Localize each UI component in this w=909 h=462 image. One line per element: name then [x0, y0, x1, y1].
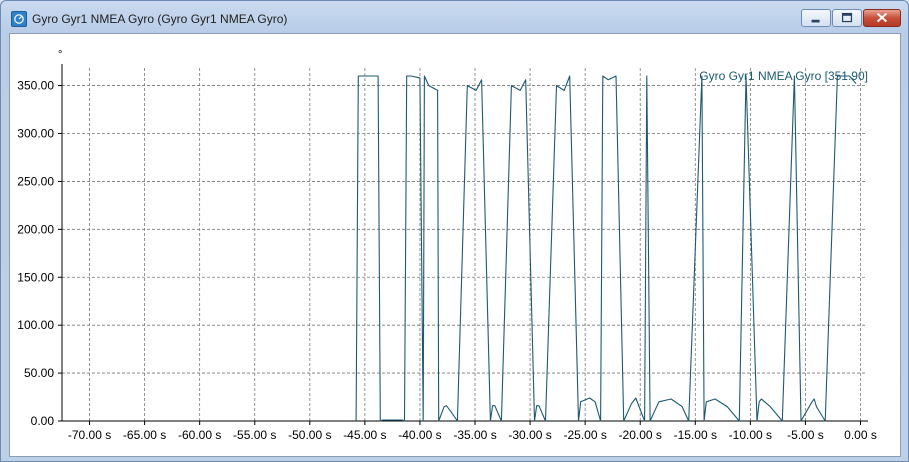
x-tick-label: -60.00 s	[178, 428, 221, 442]
x-tick-label: -35.00 s	[453, 428, 496, 442]
maximize-icon	[841, 12, 853, 23]
y-axis-ticks: 0.00 50.00 100.00 150.00 200.00 250.00 300.00 3…	[17, 79, 62, 428]
x-tick-label: 0.00 s	[844, 428, 877, 442]
chart-svg: 0.00 50.00 100.00 150.00 200.00 250.00 300.00 3…	[17, 49, 877, 442]
x-axis-ticks: -70.00 s -65.00 s -60.00 s -55.00 s -50.00 s…	[68, 421, 877, 442]
x-tick-label: -65.00 s	[123, 428, 166, 442]
maximize-button[interactable]	[832, 9, 862, 27]
app-icon[interactable]	[11, 11, 27, 27]
y-tick-label: 0.00	[31, 414, 55, 428]
y-tick-label: 350.00	[17, 79, 54, 93]
legend-series-label: Gyro Gyr1 NMEA Gyro [351.90]	[699, 69, 868, 83]
y-tick-label: 100.00	[17, 318, 54, 332]
plot-area: 0.00 50.00 100.00 150.00 200.00 250.00 300.00 3…	[9, 33, 901, 457]
series-line	[355, 75, 857, 422]
close-icon	[876, 12, 888, 23]
y-tick-label: 50.00	[24, 366, 54, 380]
y-tick-label: 200.00	[17, 222, 54, 236]
y-axis-unit-label: °	[58, 49, 62, 61]
chart-window: Gyro Gyr1 NMEA Gyro (Gyro Gyr1 NMEA Gyro…	[0, 0, 909, 462]
series-group	[355, 75, 857, 422]
x-tick-label: -45.00 s	[343, 428, 386, 442]
y-tick-label: 300.00	[17, 127, 54, 141]
x-tick-label: -10.00 s	[729, 428, 772, 442]
x-tick-label: -40.00 s	[398, 428, 441, 442]
x-tick-label: -30.00 s	[508, 428, 551, 442]
minimize-button[interactable]	[801, 9, 831, 27]
x-tick-label: -55.00 s	[233, 428, 276, 442]
close-button[interactable]	[863, 9, 901, 27]
y-tick-label: 250.00	[17, 174, 54, 188]
x-tick-label: -15.00 s	[674, 428, 717, 442]
y-tick-label: 150.00	[17, 270, 54, 284]
x-tick-label: -5.00 s	[787, 428, 824, 442]
title-bar[interactable]: Gyro Gyr1 NMEA Gyro (Gyro Gyr1 NMEA Gyro…	[1, 1, 908, 33]
x-tick-label: -25.00 s	[563, 428, 606, 442]
window-title: Gyro Gyr1 NMEA Gyro (Gyro Gyr1 NMEA Gyro…	[32, 12, 288, 26]
minimize-icon	[811, 19, 820, 23]
x-tick-label: -20.00 s	[619, 428, 662, 442]
x-tick-label: -50.00 s	[288, 428, 331, 442]
x-tick-label: -70.00 s	[68, 428, 111, 442]
